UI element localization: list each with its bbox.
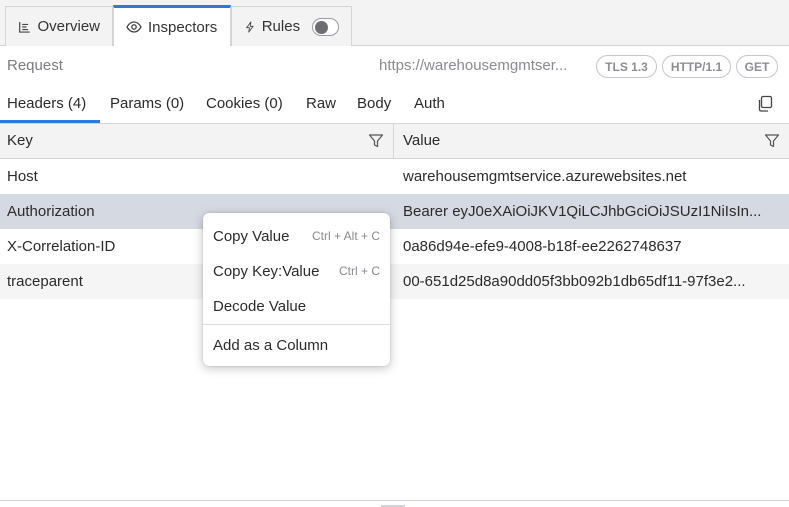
tab-rules[interactable]: Rules [231,6,352,46]
http-version-badge: HTTP/1.1 [662,55,731,78]
request-label: Request [7,57,63,74]
menu-item-decode-value[interactable]: Decode Value [203,289,390,324]
header-value: 0a86d94e-efe9-4008-b18f-ee2262748637 [403,238,682,255]
menu-item-shortcut: Ctrl + Alt + C [311,229,380,243]
tab-overview-label: Overview [37,18,100,35]
filter-icon[interactable] [368,133,384,149]
tab-rules-label: Rules [261,18,301,35]
list-icon [19,21,30,33]
menu-item-copy-value[interactable]: Copy Value Ctrl + Alt + C [203,219,390,254]
column-divider[interactable] [393,124,394,159]
header-value: warehousemgmtservice.azurewebsites.net [403,168,687,185]
panel-divider [0,500,789,501]
top-tab-bar: Overview Inspectors Rules [0,0,789,46]
header-value: Bearer eyJ0eXAiOiJKV1QiLCJhbGciOiJSUzI1N… [403,203,762,220]
tls-badge: TLS 1.3 [596,55,657,78]
inspector-subtabs: Headers (4) Params (0) Cookies (0) Raw B… [0,86,789,124]
lightning-icon [246,20,254,33]
subtab-headers[interactable]: Headers (4) [7,95,86,112]
column-header-value[interactable]: Value [403,132,440,149]
menu-item-label: Decode Value [213,298,307,315]
menu-item-copy-key-value[interactable]: Copy Key:Value Ctrl + C [203,254,390,289]
menu-item-label: Copy Value [213,228,290,245]
subtab-raw[interactable]: Raw [306,95,336,112]
request-url[interactable]: https://warehousemgmtser... [379,57,589,74]
filter-icon[interactable] [764,133,780,149]
subtab-cookies[interactable]: Cookies (0) [206,95,283,112]
subtab-auth[interactable]: Auth [414,95,445,112]
request-bar: Request https://warehousemgmtser... TLS … [0,47,789,85]
subtab-params[interactable]: Params (0) [110,95,184,112]
tab-inspectors[interactable]: Inspectors [113,5,231,46]
menu-item-add-as-column[interactable]: Add as a Column [203,328,390,363]
menu-item-label: Copy Key:Value [213,263,320,280]
copy-icon[interactable] [756,95,774,113]
eye-icon [126,21,142,33]
table-row[interactable]: Authorization Bearer eyJ0eXAiOiJKV1QiLCJ… [0,194,789,229]
menu-item-label: Add as a Column [213,337,329,354]
menu-separator [203,324,390,325]
method-badge: GET [736,55,778,78]
active-subtab-indicator [0,120,100,123]
table-header: Key Value [0,124,789,159]
header-key: Host [7,168,38,185]
subtab-body[interactable]: Body [357,95,391,112]
context-menu: Copy Value Ctrl + Alt + C Copy Key:Value… [203,213,390,366]
table-row[interactable]: Host warehousemgmtservice.azurewebsites.… [0,159,789,194]
rules-toggle[interactable] [312,17,339,36]
toggle-knob [315,20,329,34]
column-header-key[interactable]: Key [7,132,33,149]
tab-overview[interactable]: Overview [5,6,113,46]
table-row[interactable]: traceparent 00-651d25d8a90dd05f3bb092b1d… [0,264,789,299]
header-value: 00-651d25d8a90dd05f3bb092b1db65df11-97f3… [403,273,746,290]
menu-item-shortcut: Ctrl + C [338,264,380,278]
tab-inspectors-label: Inspectors [148,18,218,36]
table-row[interactable]: X-Correlation-ID 0a86d94e-efe9-4008-b18f… [0,229,789,264]
